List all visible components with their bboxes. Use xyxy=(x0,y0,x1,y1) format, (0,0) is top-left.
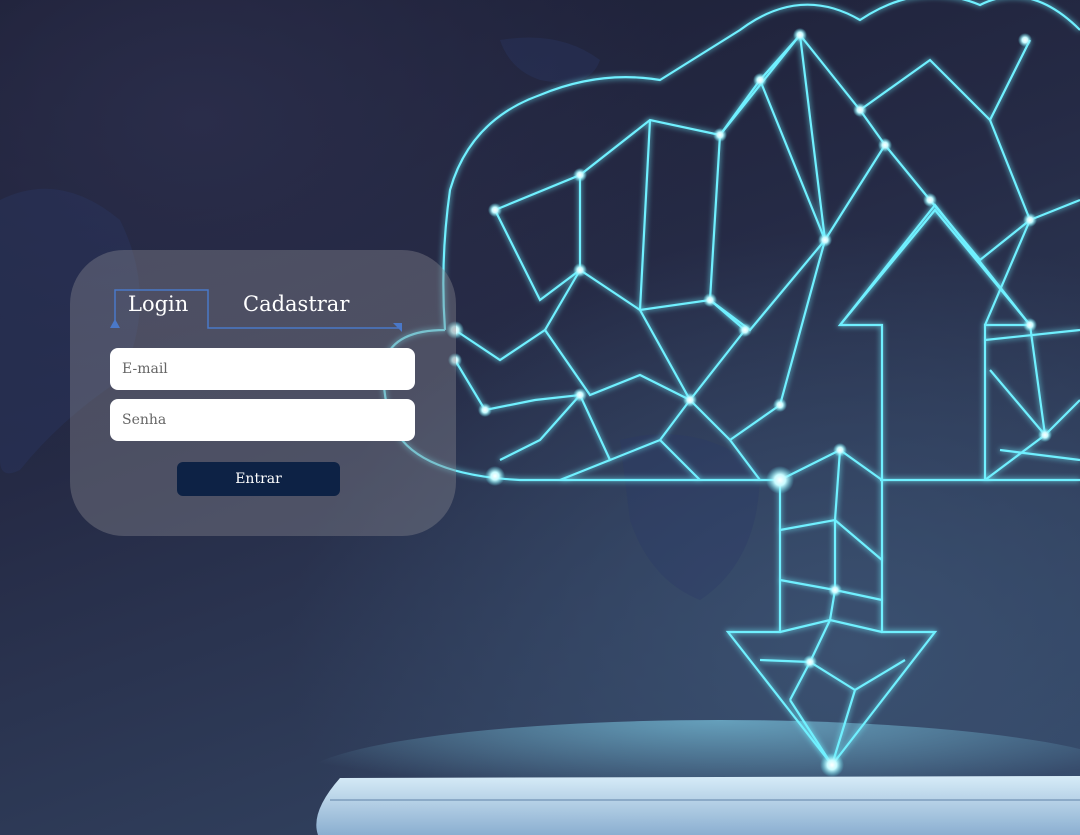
password-field[interactable] xyxy=(110,399,415,441)
auth-tabs: Login Cadastrar xyxy=(110,288,410,338)
tablet-shape xyxy=(316,776,1080,835)
cloud-network-icon xyxy=(382,0,1080,767)
tab-signup[interactable]: Cadastrar xyxy=(243,292,349,316)
email-field[interactable] xyxy=(110,348,415,390)
login-button[interactable]: Entrar xyxy=(177,462,340,496)
login-card: Login Cadastrar Entrar xyxy=(70,250,456,536)
tab-login[interactable]: Login xyxy=(128,292,188,316)
network-nodes xyxy=(446,28,1052,777)
